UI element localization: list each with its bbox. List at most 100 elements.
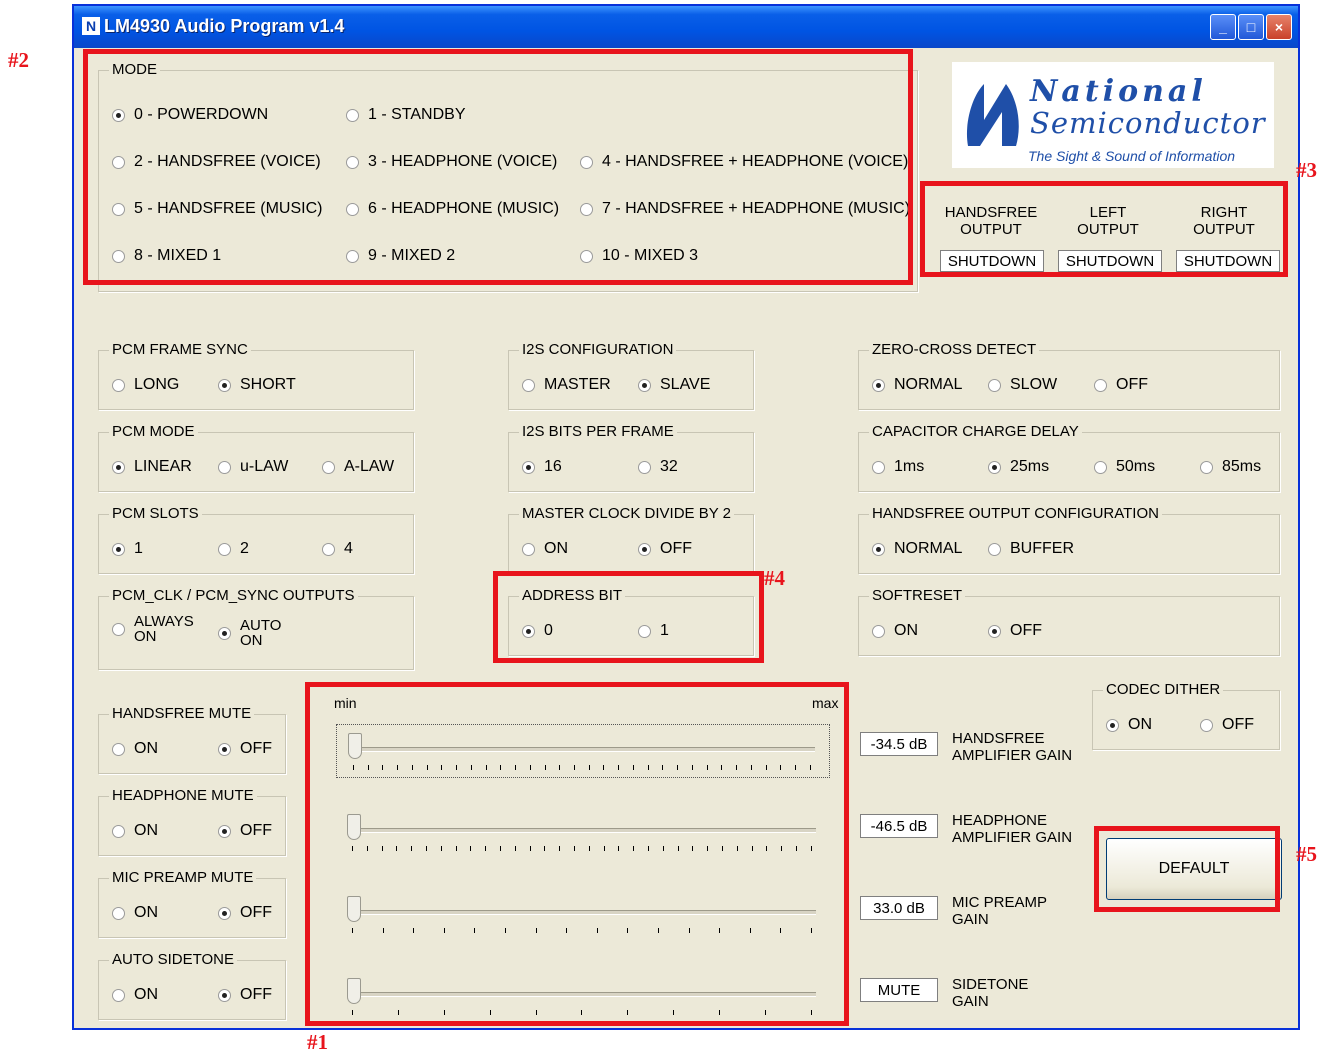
zero-cross-off[interactable]: OFF (1094, 376, 1148, 394)
headphone-gain-label: HEADPHONE AMPLIFIER GAIN (952, 812, 1073, 846)
annotation-box-4 (493, 571, 764, 663)
radio-dot (872, 378, 885, 392)
radio-dot (112, 824, 125, 838)
sidetone-gain-label: SIDETONE GAIN (952, 976, 1029, 1010)
annotation-box-5 (1094, 826, 1280, 912)
national-semiconductor-logo: National Semiconductor The Sight & Sound… (952, 62, 1274, 168)
radio-dot (638, 542, 651, 556)
hf-output-normal[interactable]: NORMAL (872, 540, 962, 558)
hf-mute-on[interactable]: ON (112, 740, 158, 758)
logo-name-line2: Semiconductor (1030, 106, 1266, 140)
master-clock-off[interactable]: OFF (638, 540, 692, 558)
pcm-frame-sync-long[interactable]: LONG (112, 376, 179, 394)
radio-dot (218, 460, 231, 474)
auto-sidetone-on[interactable]: ON (112, 986, 158, 1004)
hf-output-buffer[interactable]: BUFFER (988, 540, 1074, 558)
radio-dot (1094, 378, 1107, 392)
pcm-outputs-always-on[interactable]: ALWAYS ON (112, 614, 194, 644)
radio-dot (322, 460, 335, 474)
radio-dot (1094, 460, 1107, 474)
annotation-label-2: #2 (8, 48, 29, 72)
pcm-slots-1[interactable]: 1 (112, 540, 143, 558)
title-bar: N LM4930 Audio Program v1.4 _ □ × (74, 6, 1298, 48)
radio-dot (218, 906, 231, 920)
pcm-slots-group: PCM SLOTS (98, 506, 414, 574)
radio-dot (218, 824, 231, 838)
radio-dot (112, 378, 125, 392)
radio-dot (112, 542, 125, 556)
radio-dot (522, 542, 535, 556)
handsfree-gain-value: -34.5 dB (860, 732, 938, 756)
softreset-on[interactable]: ON (872, 622, 918, 640)
window-title: LM4930 Audio Program v1.4 (104, 16, 345, 36)
cap-delay-85ms[interactable]: 85ms (1200, 458, 1261, 476)
radio-dot (1200, 460, 1213, 474)
pcm-mode-linear[interactable]: LINEAR (112, 458, 192, 476)
sidetone-gain-value: MUTE (860, 978, 938, 1002)
maximize-button[interactable]: □ (1238, 14, 1264, 40)
codec-dither-off[interactable]: OFF (1200, 716, 1254, 734)
logo-name-line1: National (1030, 74, 1207, 109)
radio-dot (638, 378, 651, 392)
pcm-outputs-auto-on[interactable]: AUTO ON (218, 618, 281, 648)
i2s-bits-16[interactable]: 16 (522, 458, 562, 476)
annotation-label-4: #4 (764, 566, 785, 590)
minimize-button[interactable]: _ (1210, 14, 1236, 40)
radio-dot (988, 378, 1001, 392)
annotation-label-3: #3 (1296, 158, 1317, 182)
mic-mute-off[interactable]: OFF (218, 904, 272, 922)
mic-preamp-gain-value: 33.0 dB (860, 896, 938, 920)
radio-dot (218, 626, 231, 640)
hf-mute-off[interactable]: OFF (218, 740, 272, 758)
master-clock-on[interactable]: ON (522, 540, 568, 558)
cap-delay-50ms[interactable]: 50ms (1094, 458, 1155, 476)
app-icon: N (82, 17, 100, 35)
radio-dot (218, 378, 231, 392)
pcm-slots-4[interactable]: 4 (322, 540, 353, 558)
softreset-group: SOFTRESET (858, 588, 1280, 656)
radio-dot (218, 742, 231, 756)
radio-dot (322, 542, 335, 556)
auto-sidetone-off[interactable]: OFF (218, 986, 272, 1004)
hp-mute-off[interactable]: OFF (218, 822, 272, 840)
radio-dot (988, 542, 1001, 556)
radio-dot (522, 378, 535, 392)
radio-dot (872, 460, 885, 474)
radio-dot (638, 460, 651, 474)
pcm-slots-2[interactable]: 2 (218, 540, 249, 558)
pcm-mode-ulaw[interactable]: u-LAW (218, 458, 288, 476)
radio-dot (112, 742, 125, 756)
radio-dot (112, 906, 125, 920)
radio-dot (872, 542, 885, 556)
cap-delay-25ms[interactable]: 25ms (988, 458, 1049, 476)
annotation-box-2 (83, 49, 913, 285)
close-button[interactable]: × (1266, 14, 1292, 40)
radio-dot (112, 622, 125, 636)
pcm-mode-alaw[interactable]: A-LAW (322, 458, 394, 476)
radio-dot (872, 624, 885, 638)
handsfree-gain-label: HANDSFREE AMPLIFIER GAIN (952, 730, 1073, 764)
hp-mute-on[interactable]: ON (112, 822, 158, 840)
radio-dot (522, 460, 535, 474)
mic-mute-on[interactable]: ON (112, 904, 158, 922)
logo-tagline: The Sight & Sound of Information (1028, 148, 1236, 164)
zero-cross-normal[interactable]: NORMAL (872, 376, 962, 394)
i2s-config-master[interactable]: MASTER (522, 376, 611, 394)
radio-dot (218, 988, 231, 1002)
annotation-box-1 (305, 682, 849, 1026)
annotation-label-1: #1 (307, 1030, 328, 1054)
annotation-label-5: #5 (1296, 842, 1317, 866)
codec-dither-on[interactable]: ON (1106, 716, 1152, 734)
i2s-bits-32[interactable]: 32 (638, 458, 678, 476)
radio-dot (1200, 718, 1213, 732)
zero-cross-slow[interactable]: SLOW (988, 376, 1057, 394)
annotation-box-3 (920, 181, 1288, 277)
i2s-config-slave[interactable]: SLAVE (638, 376, 710, 394)
softreset-off[interactable]: OFF (988, 622, 1042, 640)
radio-dot (112, 460, 125, 474)
radio-dot (1106, 718, 1119, 732)
national-n-icon (966, 84, 1019, 146)
pcm-frame-sync-short[interactable]: SHORT (218, 376, 296, 394)
cap-delay-1ms[interactable]: 1ms (872, 458, 924, 476)
headphone-gain-value: -46.5 dB (860, 814, 938, 838)
